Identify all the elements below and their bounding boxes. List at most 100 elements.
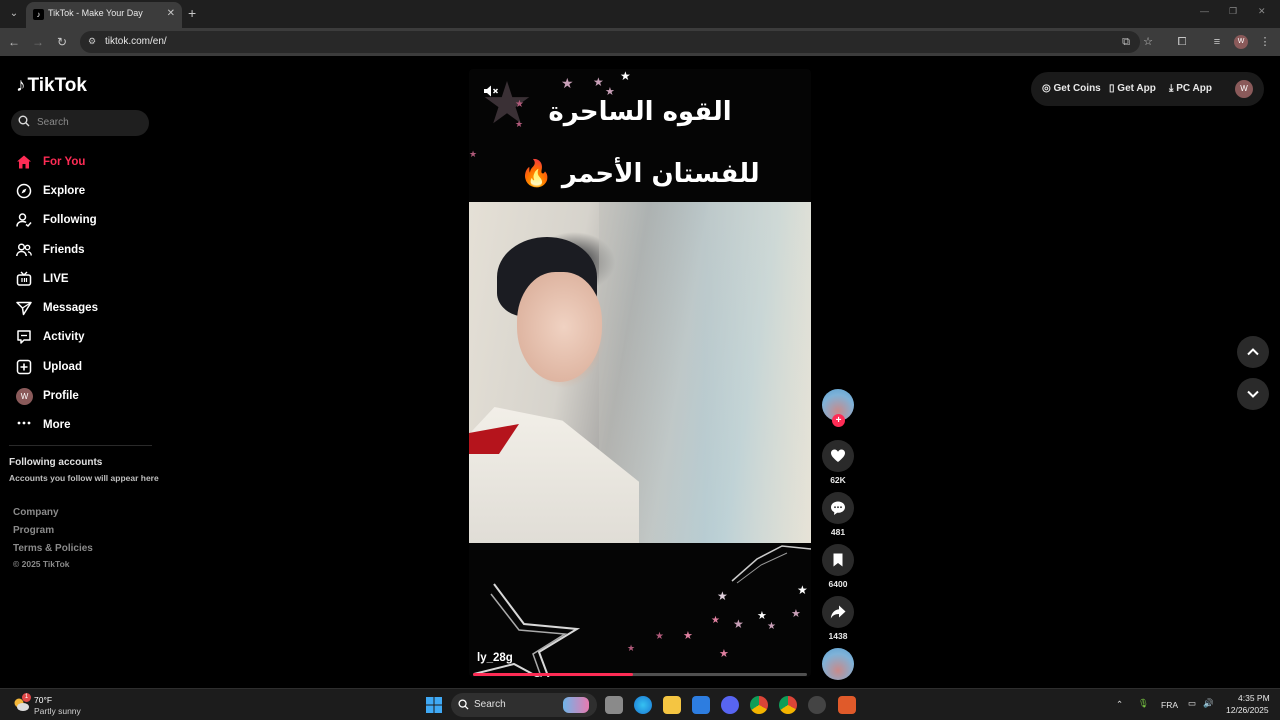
chrome-icon[interactable] [750, 696, 768, 714]
friends-icon [16, 242, 32, 256]
url-text: tiktok.com/en/ [105, 36, 167, 47]
video-player[interactable]: ★ ★ ★ ★ ★ ★ ★ ★ القوه الساحرة للفستان ال… [469, 69, 811, 677]
star-decoration-icon: ★ [711, 615, 720, 626]
like-button[interactable] [822, 440, 854, 472]
search-input[interactable]: Search [11, 110, 149, 136]
extensions-icon[interactable]: ⧠ [1174, 34, 1190, 50]
taskbar-search-label: Search [474, 699, 506, 710]
microphone-app-icon[interactable] [838, 696, 856, 714]
chevron-up-icon [1247, 348, 1259, 356]
star-decoration-icon: ★ [561, 75, 574, 91]
tab-title: TikTok - Make Your Day [48, 8, 143, 18]
install-app-icon[interactable]: ⧉ [1118, 34, 1134, 50]
bookmark-icon [833, 553, 843, 567]
video-caption-line-2: للفستان الأحمر 🔥 [520, 159, 760, 189]
new-tab-plus-icon[interactable]: + [188, 5, 196, 21]
comment-icon [831, 501, 845, 515]
star-decoration-icon: ★ [791, 608, 801, 620]
activity-icon [17, 330, 31, 345]
tray-microphone-icon[interactable]: 🎙 [1138, 698, 1149, 709]
following-icon [16, 213, 32, 228]
tray-network-icon[interactable]: ▭ [1188, 698, 1196, 709]
footer-link-program[interactable]: Program [13, 525, 54, 536]
weather-description: Partly sunny [34, 706, 81, 716]
tab-list-chevron-icon[interactable]: ⌄ [6, 6, 22, 22]
sidebar-item-label: Explore [43, 184, 86, 197]
get-coins-label: Get Coins [1053, 83, 1101, 94]
sidebar-divider [9, 445, 152, 446]
profile-avatar: W [16, 387, 33, 405]
copyright: © 2025 TikTok [13, 559, 70, 569]
sidebar-item-explore[interactable]: Explore [16, 176, 156, 205]
footer-link-terms[interactable]: Terms & Policies [13, 543, 93, 554]
browser-tab[interactable]: ♪ TikTok - Make Your Day ✕ [26, 2, 182, 28]
sidebar-item-live[interactable]: LIVE [16, 264, 156, 293]
tab-close-icon[interactable]: ✕ [167, 8, 175, 19]
save-button[interactable] [822, 544, 854, 576]
star-decoration-icon: ★ [757, 610, 767, 622]
tray-chevron-up-icon[interactable]: ⌃ [1116, 699, 1123, 710]
share-button[interactable] [822, 596, 854, 628]
video-caption-line-1: القوه الساحرة [548, 97, 732, 127]
clock-date[interactable]: 12/26/2025 [1226, 705, 1269, 715]
previous-video-button[interactable] [1237, 336, 1269, 368]
sidebar-item-for-you[interactable]: For You [16, 147, 156, 176]
windows-start-icon[interactable] [426, 697, 442, 713]
next-video-button[interactable] [1237, 378, 1269, 410]
maximize-icon[interactable]: ❐ [1229, 6, 1237, 17]
sidebar-item-label: More [43, 419, 71, 432]
star-decoration-icon: ★ [797, 583, 808, 597]
tray-volume-icon[interactable]: 🔊 [1203, 698, 1214, 709]
sound-disc-avatar[interactable] [822, 648, 854, 680]
sidebar-item-more[interactable]: More [16, 411, 156, 440]
video-progress-bar[interactable] [473, 673, 807, 676]
microsoft-store-icon[interactable] [692, 696, 710, 714]
share-count: 1438 [828, 631, 848, 641]
media-control-icon[interactable]: ≡ [1209, 34, 1225, 50]
language-indicator[interactable]: FRA [1161, 700, 1178, 710]
sidebar-item-following[interactable]: Following [16, 206, 156, 235]
following-accounts-title: Following accounts [9, 457, 103, 468]
forward-arrow-icon[interactable]: → [30, 34, 46, 50]
chevron-down-icon [1247, 390, 1259, 398]
get-coins-button[interactable]: ◎ Get Coins [1042, 83, 1101, 94]
star-decoration-icon: ★ [719, 648, 729, 660]
sidebar-item-messages[interactable]: Messages [16, 293, 156, 322]
star-decoration-icon: ★ [593, 75, 604, 89]
edge-icon[interactable] [634, 696, 652, 714]
site-info-icon[interactable]: ⚙ [88, 35, 100, 47]
close-window-icon[interactable]: ✕ [1258, 6, 1266, 17]
bookmark-star-icon[interactable]: ☆ [1140, 34, 1156, 50]
user-avatar[interactable]: W [1235, 80, 1253, 98]
comment-button[interactable] [822, 492, 854, 524]
browser-profile-avatar[interactable]: W [1234, 35, 1248, 49]
sidebar-item-upload[interactable]: Upload [16, 352, 156, 381]
taskbar-search[interactable]: Search [451, 693, 597, 717]
browser-menu-icon[interactable]: ⋮ [1257, 34, 1273, 50]
address-bar[interactable]: ⚙ tiktok.com/en/ [80, 31, 1140, 53]
coin-icon: ◎ [1042, 83, 1051, 94]
chrome-profile-icon[interactable] [779, 696, 797, 714]
get-app-button[interactable]: ▯ Get App [1109, 83, 1156, 94]
sidebar-item-label: LIVE [43, 272, 69, 285]
following-accounts-subtitle: Accounts you follow will appear here [9, 473, 159, 483]
file-explorer-icon[interactable] [663, 696, 681, 714]
sidebar-item-activity[interactable]: Activity [16, 323, 156, 352]
steam-icon[interactable] [808, 696, 826, 714]
pc-app-button[interactable]: ⤓ PC App [1169, 83, 1212, 94]
task-view-icon[interactable] [605, 696, 623, 714]
sidebar-item-friends[interactable]: Friends [16, 235, 156, 264]
back-arrow-icon[interactable]: ← [6, 34, 22, 50]
follow-plus-icon[interactable]: + [832, 414, 845, 427]
tiktok-logo[interactable]: ♪ TikTok [16, 75, 87, 97]
creator-username[interactable]: ly_28g [477, 652, 513, 664]
reload-icon[interactable]: ↻ [54, 34, 70, 50]
footer-link-company[interactable]: Company [13, 507, 59, 518]
tiktok-page: ♪ TikTok Search For You Explore Following… [0, 56, 1280, 688]
discord-icon[interactable] [721, 696, 739, 714]
clock-time[interactable]: 4:35 PM [1238, 693, 1270, 703]
like-count: 62K [830, 475, 846, 485]
sidebar-item-profile[interactable]: W Profile [16, 381, 156, 410]
tiktok-logo-icon: ♪ [16, 75, 26, 96]
minimize-icon[interactable]: — [1200, 6, 1209, 16]
